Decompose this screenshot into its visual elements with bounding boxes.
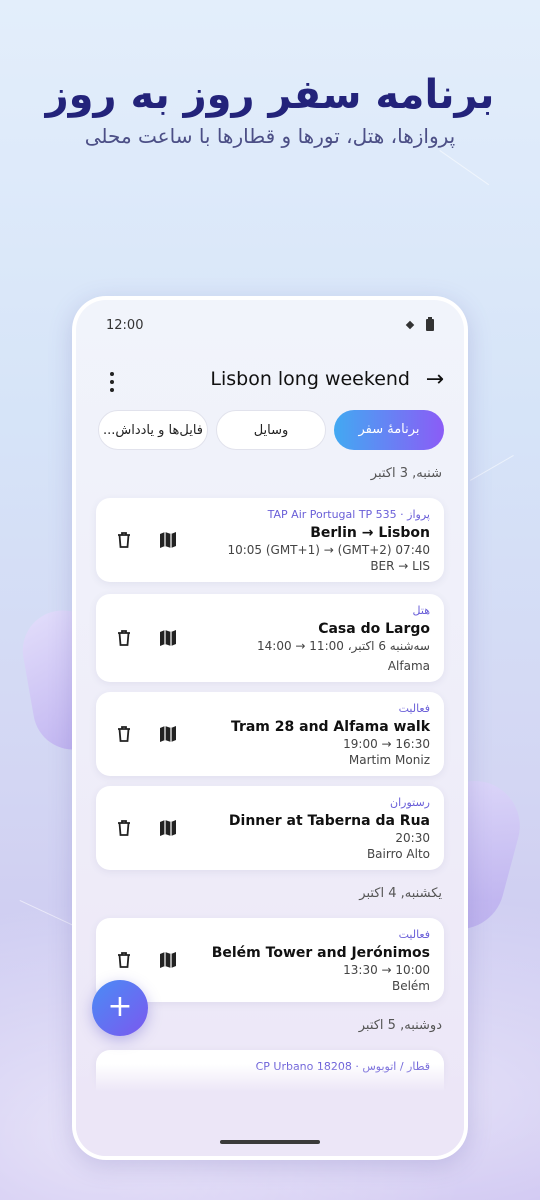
itinerary-card[interactable]: پرواز · TAP Air Portugal TP 535 Berlin →…: [96, 498, 444, 582]
home-indicator[interactable]: [220, 1140, 320, 1144]
map-icon[interactable]: [158, 628, 178, 648]
itinerary-card[interactable]: فعالیت Belém Tower and Jerónimos 13:30 →…: [96, 918, 444, 1002]
day-header: دوشنبه, 5 اکتبر: [358, 1018, 442, 1033]
map-icon[interactable]: [158, 818, 178, 838]
tab-gear[interactable]: وسایل: [216, 410, 326, 450]
item-title: Berlin → Lisbon: [310, 525, 430, 541]
item-time: 10:05 (GMT+1) → (GMT+2) 07:40: [227, 543, 430, 557]
hero: برنامه سفر روز به روز پروازها، هتل، توره…: [0, 72, 540, 148]
item-location: BER → LIS: [370, 559, 430, 573]
item-time: 13:30 → 10:00: [343, 963, 430, 977]
item-type-label: فعالیت: [398, 702, 430, 715]
item-location: Alfama: [387, 659, 430, 673]
trash-icon[interactable]: [114, 628, 134, 648]
map-icon[interactable]: [158, 724, 178, 744]
item-location: Martim Moniz: [348, 753, 430, 767]
item-type-label: پرواز · TAP Air Portugal TP 535: [267, 508, 430, 521]
hero-title: برنامه سفر روز به روز: [45, 72, 495, 118]
item-time: 20:30: [395, 831, 430, 845]
arrow-right-icon[interactable]: →: [426, 367, 444, 392]
tab-itinerary[interactable]: برنامهٔ سفر: [334, 410, 444, 450]
itinerary-card[interactable]: هتل Casa do Largo 14:00 → سه‌شنبه 6 اکتب…: [96, 594, 444, 682]
background-constellation: [439, 150, 490, 186]
itinerary-card[interactable]: فعالیت Tram 28 and Alfama walk 19:00 → 1…: [96, 692, 444, 776]
tab-files-notes[interactable]: فایل‌ها و یادداش...: [98, 410, 208, 450]
satellite-icon: [404, 319, 416, 331]
status-time: 12:00: [106, 318, 144, 333]
item-location: Bairro Alto: [366, 847, 430, 861]
trash-icon[interactable]: [114, 818, 134, 838]
map-icon[interactable]: [158, 950, 178, 970]
itinerary-card[interactable]: رستوران Dinner at Taberna da Rua 20:30 B…: [96, 786, 444, 870]
add-item-fab[interactable]: +: [92, 980, 148, 1036]
status-bar: 12:00: [106, 317, 434, 338]
item-title: Casa do Largo: [318, 621, 430, 637]
trip-title: Lisbon long weekend: [210, 368, 410, 390]
trash-icon[interactable]: [114, 950, 134, 970]
tab-bar: برنامهٔ سفر وسایل فایل‌ها و یادداش...: [96, 410, 444, 450]
day-header: شنبه, 3 اکتبر: [370, 466, 442, 481]
battery-icon: [426, 317, 434, 331]
day-header: یکشنبه, 4 اکتبر: [359, 886, 442, 901]
item-time: 19:00 → 16:30: [343, 737, 430, 751]
item-type-label: هتل: [412, 604, 430, 617]
trash-icon[interactable]: [114, 530, 134, 550]
item-location: Belém: [391, 979, 430, 993]
item-title: Belém Tower and Jerónimos: [211, 945, 430, 961]
more-vert-icon[interactable]: [102, 372, 122, 392]
item-title: Dinner at Taberna da Rua: [228, 813, 430, 829]
trash-icon[interactable]: [114, 724, 134, 744]
item-title: Tram 28 and Alfama walk: [230, 719, 430, 735]
app-bar: Lisbon long weekend →: [96, 366, 444, 398]
phone-frame: 12:00 Lisbon long weekend → برنامهٔ سفر …: [72, 296, 468, 1160]
map-icon[interactable]: [158, 530, 178, 550]
item-type-label: فعالیت: [398, 928, 430, 941]
item-type-label: رستوران: [390, 796, 430, 809]
app-screen: 12:00 Lisbon long weekend → برنامهٔ سفر …: [76, 300, 464, 1156]
hero-subtitle: پروازها، هتل، تورها و قطارها با ساعت محل…: [84, 124, 456, 148]
background-constellation: [470, 455, 514, 481]
item-time: 14:00 → سه‌شنبه 6 اکتبر، 11:00: [257, 639, 430, 653]
